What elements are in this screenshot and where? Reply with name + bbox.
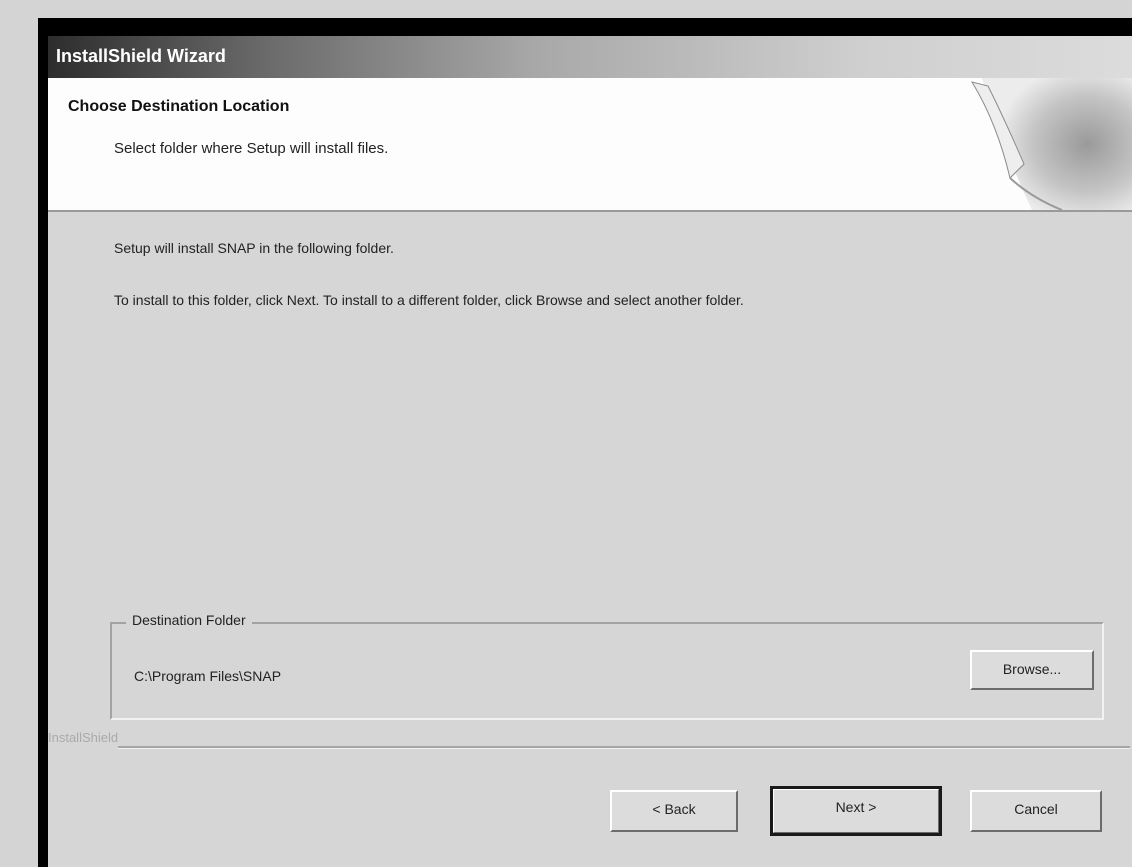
- window-title: InstallShield Wizard: [56, 46, 226, 66]
- installshield-brand: InstallShield: [48, 730, 119, 745]
- back-button[interactable]: < Back: [610, 790, 738, 832]
- page-title: Choose Destination Location: [68, 98, 290, 115]
- title-bar[interactable]: InstallShield Wizard: [48, 36, 1132, 78]
- browse-button[interactable]: Browse...: [970, 650, 1094, 690]
- content-area: Setup will install SNAP in the following…: [48, 212, 1132, 867]
- next-button[interactable]: Next >: [770, 786, 942, 836]
- destination-path: C:\Program Files\SNAP: [134, 668, 282, 684]
- cancel-button[interactable]: Cancel: [970, 790, 1102, 832]
- install-info-text: Setup will install SNAP in the following…: [114, 240, 394, 256]
- destination-folder-group: Destination Folder C:\Program Files\SNAP…: [110, 612, 1104, 720]
- computer-graphic-icon: [970, 78, 1132, 210]
- footer-separator: [118, 746, 1130, 749]
- page-subtitle: Select folder where Setup will install f…: [114, 140, 389, 157]
- header-panel: Choose Destination Location Select folde…: [48, 78, 1132, 212]
- install-instructions-text: To install to this folder, click Next. T…: [114, 292, 744, 308]
- destination-folder-label: Destination Folder: [126, 612, 252, 628]
